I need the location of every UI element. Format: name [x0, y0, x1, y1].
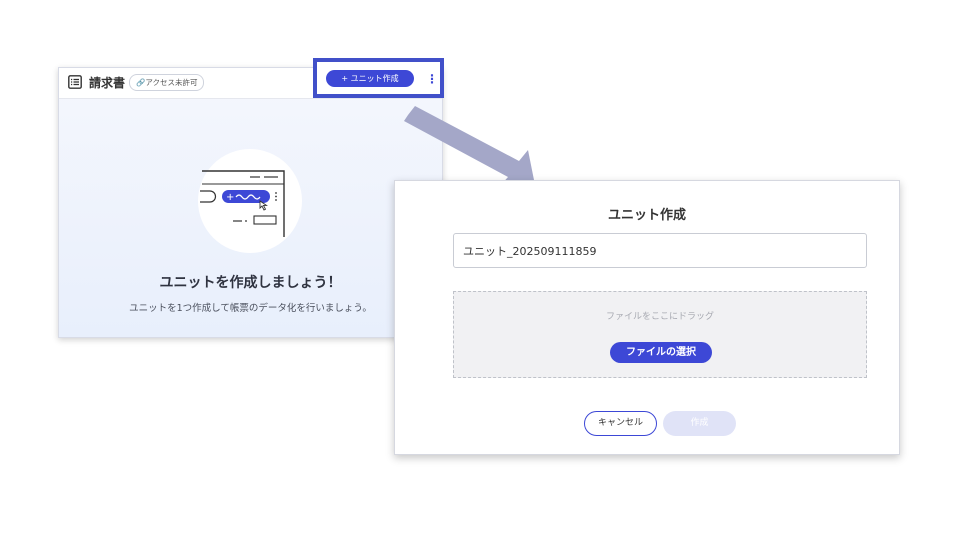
dialog-title: ユニット作成 — [607, 208, 686, 223]
select-file-button[interactable]: ファイルの選択 — [610, 342, 712, 363]
empty-state-illustration: + — [198, 149, 302, 253]
kebab-icon[interactable]: ⋮ — [426, 70, 438, 88]
access-status-badge[interactable]: 🔗アクセス未許可 — [129, 74, 205, 91]
invoice-panel: 請求書 🔗アクセス未許可 + ユニットを作成しましょう！ ユニットを1つ作成して… — [58, 67, 443, 338]
cancel-button[interactable]: キャンセル — [584, 411, 657, 436]
create-unit-dialog: ユニット作成 ファイルをここにドラッグ ファイルの選択 キャンセル 作成 — [394, 180, 900, 455]
file-dropzone[interactable]: ファイルをここにドラッグ ファイルの選択 — [453, 291, 867, 378]
unit-name-input[interactable] — [453, 233, 867, 268]
empty-state-description: ユニットを1つ作成して帳票のデータ化を行いましょう。 — [129, 303, 372, 314]
page-title: 請求書 — [89, 76, 126, 90]
create-unit-highlight: + ユニット作成 ⋮ — [313, 58, 444, 98]
empty-state-title: ユニットを作成しましょう！ — [159, 275, 342, 291]
create-submit-button[interactable]: 作成 — [663, 411, 736, 436]
list-document-icon — [68, 75, 82, 89]
svg-text:+: + — [226, 192, 234, 203]
create-unit-button[interactable]: + ユニット作成 — [326, 70, 414, 87]
dropzone-hint: ファイルをここにドラッグ — [605, 312, 714, 322]
